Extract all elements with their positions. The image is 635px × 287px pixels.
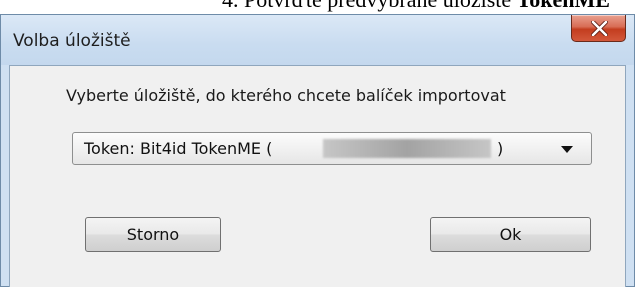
dialog-window: Volba úložiště Vyberte úložiště, do kter… bbox=[0, 14, 635, 287]
store-select-value-suffix: ) bbox=[497, 139, 504, 158]
ok-button[interactable]: Ok bbox=[430, 217, 591, 252]
store-select[interactable]: Token: Bit4id TokenME ( ) bbox=[72, 132, 592, 165]
document-heading-bold: TokenME bbox=[517, 0, 610, 12]
chevron-down-icon[interactable] bbox=[561, 146, 573, 153]
title-bar[interactable]: Volba úložiště bbox=[1, 15, 634, 65]
dialog-content: Vyberte úložiště, do kterého chcete balí… bbox=[9, 65, 626, 287]
window-title: Volba úložiště bbox=[13, 31, 131, 51]
close-button[interactable] bbox=[571, 15, 626, 42]
store-prompt-label: Vyberte úložiště, do kterého chcete balí… bbox=[66, 86, 506, 105]
cancel-button[interactable]: Storno bbox=[85, 217, 221, 252]
redacted-token-id bbox=[323, 139, 491, 158]
document-heading: 4. Potvrďte předvybrané úložiště TokenME bbox=[222, 0, 610, 13]
document-heading-text: 4. Potvrďte předvybrané úložiště bbox=[222, 0, 517, 12]
store-select-value: Token: Bit4id TokenME ( bbox=[84, 139, 273, 158]
close-icon bbox=[591, 21, 608, 36]
